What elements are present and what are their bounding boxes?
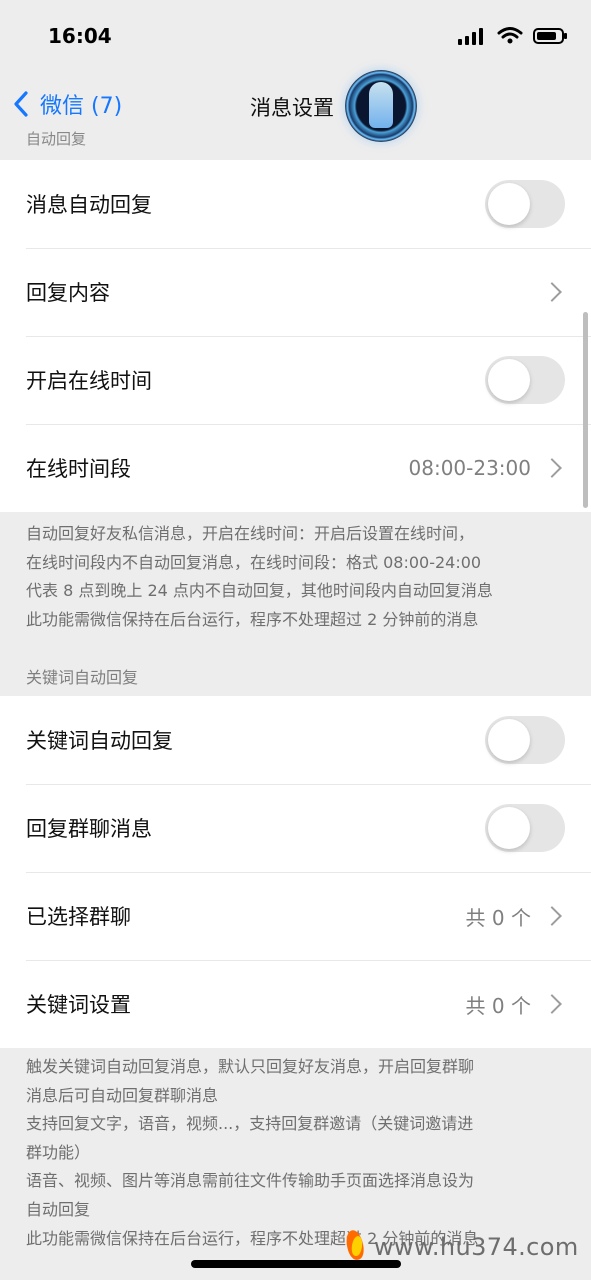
row-selected-group-chats[interactable]: 已选择群聊 共 0 个 — [0, 872, 591, 960]
online-time-range-value: 08:00-23:00 — [408, 456, 532, 480]
auto-reply-group: 消息自动回复 回复内容 开启在线时间 在线时间段 08:00-23:00 — [0, 160, 591, 512]
status-time: 16:04 — [48, 24, 112, 48]
row-label: 消息自动回复 — [26, 193, 152, 217]
row-label: 关键词自动回复 — [26, 729, 173, 753]
reply-group-message-toggle[interactable] — [485, 804, 565, 852]
row-online-time-toggle: 开启在线时间 — [0, 336, 591, 424]
signal-icon — [458, 28, 483, 45]
auto-reply-description: 自动回复好友私信消息，开启在线时间：开启后设置在线时间， 在线时间段内不自动回复… — [26, 524, 493, 629]
chevron-right-icon — [542, 906, 562, 926]
home-indicator — [191, 1260, 401, 1268]
row-label: 开启在线时间 — [26, 369, 152, 393]
row-right: 共 0 个 — [466, 902, 565, 931]
chevron-right-icon — [542, 282, 562, 302]
row-right — [542, 282, 565, 302]
row-label: 回复内容 — [26, 281, 110, 305]
navigation-bar: 微信 (7) 消息设置 — [0, 72, 591, 140]
selected-group-count: 共 0 个 — [465, 905, 531, 930]
status-icons — [457, 26, 569, 46]
row-online-time-range[interactable]: 在线时间段 08:00-23:00 — [0, 424, 591, 512]
keyword-auto-reply-toggle[interactable] — [485, 716, 565, 764]
section-label-auto-reply: 自动回复 — [26, 130, 87, 148]
scrollbar[interactable] — [583, 312, 588, 508]
row-keyword-settings[interactable]: 关键词设置 共 0 个 — [0, 960, 591, 1048]
row-reply-content[interactable]: 回复内容 — [0, 248, 591, 336]
message-auto-reply-toggle[interactable] — [485, 180, 565, 228]
watermark-text: www.hu374.com — [374, 1233, 579, 1261]
row-keyword-auto-reply: 关键词自动回复 — [0, 696, 591, 784]
row-right: 08:00-23:00 — [409, 456, 566, 480]
back-label: 微信 (7) — [40, 94, 123, 119]
row-label: 在线时间段 — [26, 457, 131, 481]
row-reply-group-message: 回复群聊消息 — [0, 784, 591, 872]
chevron-right-icon — [542, 458, 562, 478]
row-message-auto-reply: 消息自动回复 — [0, 160, 591, 248]
keyword-count: 共 0 个 — [465, 993, 531, 1018]
back-button[interactable]: 微信 (7) — [12, 88, 122, 120]
chevron-right-icon — [542, 994, 562, 1014]
wifi-icon — [497, 27, 523, 44]
row-right: 共 0 个 — [466, 990, 565, 1019]
avatar-figure — [369, 82, 393, 128]
chevron-left-icon — [14, 91, 28, 117]
online-time-toggle[interactable] — [485, 356, 565, 404]
row-label: 回复群聊消息 — [26, 817, 152, 841]
keyword-group: 关键词自动回复 回复群聊消息 已选择群聊 共 0 个 关键词设置 共 0 个 — [0, 696, 591, 1048]
row-label: 关键词设置 — [26, 993, 131, 1017]
page-title: 消息设置 — [250, 96, 334, 120]
section-label-keyword-auto-reply: 关键词自动回复 — [26, 668, 139, 687]
status-bar: 16:04 — [0, 0, 591, 72]
row-label: 已选择群聊 — [26, 905, 131, 929]
battery-icon — [533, 28, 567, 44]
